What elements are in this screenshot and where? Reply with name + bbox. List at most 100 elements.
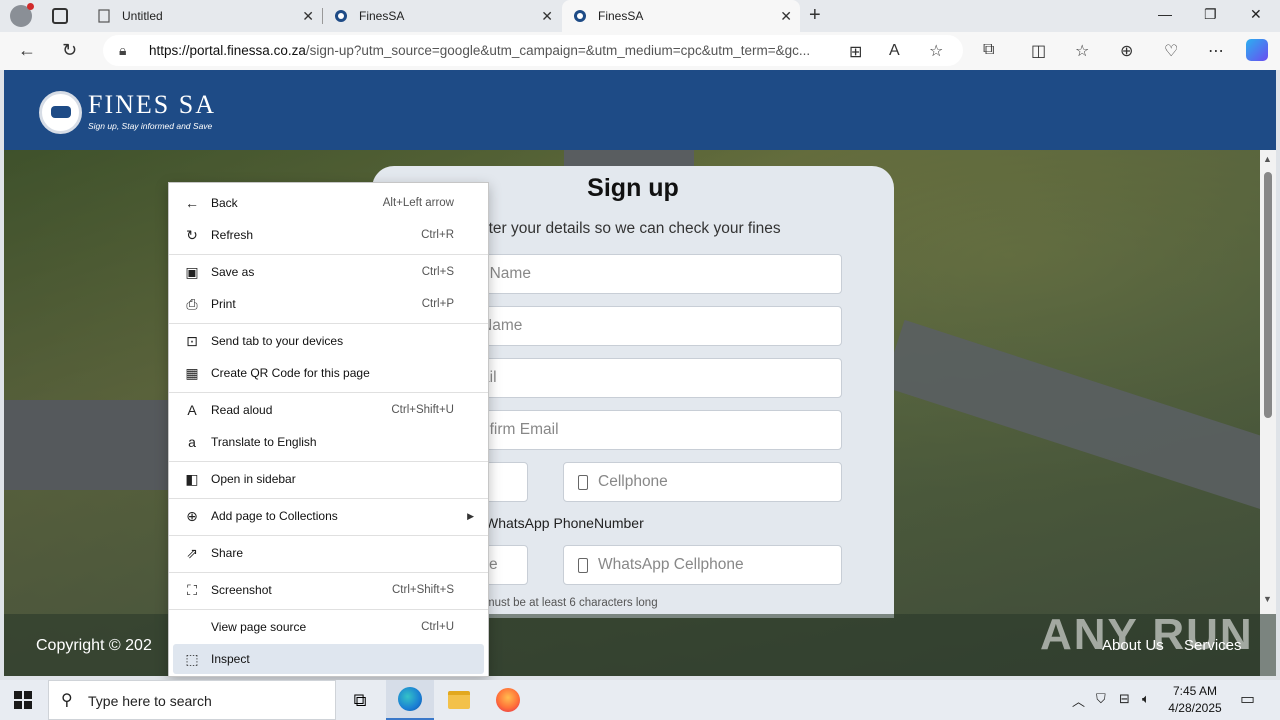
print-icon: ⎙ bbox=[186, 295, 198, 312]
scroll-up-icon[interactable]: ▲ bbox=[1263, 154, 1272, 164]
menu-item-view-source[interactable]: View page source Ctrl+U bbox=[173, 612, 484, 642]
tab-label: FinesSA bbox=[359, 9, 405, 23]
windows-start-icon[interactable] bbox=[14, 691, 32, 709]
copilot-icon[interactable] bbox=[1246, 39, 1268, 61]
extensions-icon[interactable]: ⧉ bbox=[983, 41, 994, 59]
share-icon: ⇗ bbox=[186, 544, 198, 561]
menu-item-qr-code[interactable]: ▦ Create QR Code for this page bbox=[173, 358, 484, 388]
network-icon[interactable]: ⊟ bbox=[1119, 691, 1130, 707]
back-icon[interactable]: ← bbox=[18, 40, 36, 61]
tab-actions-icon[interactable] bbox=[52, 8, 68, 24]
menu-item-back[interactable]: ← Back Alt+Left arrow bbox=[173, 188, 484, 218]
menu-item-open-sidebar[interactable]: ◧ Open in sidebar bbox=[173, 464, 484, 494]
tab-label: FinesSA bbox=[598, 9, 644, 23]
collections-icon[interactable]: ⊕ bbox=[1120, 41, 1133, 61]
close-tab-icon[interactable]: ✕ bbox=[302, 8, 314, 25]
security-icon[interactable]: ⛉ bbox=[1096, 691, 1106, 707]
page-icon bbox=[96, 8, 112, 24]
site-header: FINES SA Sign up, Stay informed and Save bbox=[4, 70, 1276, 150]
browser-toolbar: ← ↻ 🔒︎ https://portal.finessa.co.za/sign… bbox=[0, 32, 1280, 70]
password-hint: must be at least 6 characters long bbox=[485, 597, 658, 609]
browser-essentials-icon[interactable]: ♡ bbox=[1164, 41, 1178, 61]
split-screen-icon[interactable]: ◫ bbox=[1031, 41, 1046, 61]
menu-item-send-tab[interactable]: ⊡ Send tab to your devices bbox=[173, 326, 484, 356]
favorite-star-icon[interactable]: ☆ bbox=[929, 41, 943, 61]
close-window-icon[interactable]: ✕ bbox=[1250, 6, 1262, 23]
show-hidden-icons-icon[interactable]: ︿ bbox=[1072, 691, 1085, 710]
sidebar-icon: ◧ bbox=[185, 470, 199, 487]
firefox-icon bbox=[496, 688, 520, 712]
read-aloud-icon[interactable]: A bbox=[889, 42, 900, 60]
last-name-field[interactable]: Name bbox=[470, 306, 842, 346]
menu-item-inspect[interactable]: ⬚ Inspect bbox=[173, 644, 484, 674]
phone-icon bbox=[578, 474, 588, 490]
menu-item-save-as[interactable]: ▣ Save as Ctrl+S bbox=[173, 257, 484, 287]
screenshot-icon: ⛶ bbox=[187, 581, 197, 598]
lock-icon[interactable]: 🔒︎ bbox=[119, 42, 126, 59]
file-explorer-button[interactable] bbox=[435, 680, 483, 720]
finessa-favicon-icon bbox=[572, 8, 588, 24]
submenu-arrow-icon: ▶ bbox=[467, 510, 474, 521]
notifications-icon[interactable]: ▭ bbox=[1240, 689, 1255, 709]
menu-item-translate[interactable]: a Translate to English bbox=[173, 427, 484, 457]
tab-untitled[interactable]: Untitled ✕ bbox=[84, 0, 322, 32]
taskbar: ⚲ Type here to search ⧉ ︿ ⛉ ⊟ 🔈︎ 7:45 AM… bbox=[0, 680, 1280, 720]
menu-item-share[interactable]: ⇗ Share bbox=[173, 538, 484, 568]
url-text[interactable]: https://portal.finessa.co.za/sign-up?utm… bbox=[149, 43, 839, 58]
whatsapp-label: WhatsApp PhoneNumber bbox=[485, 515, 644, 531]
menu-item-screenshot[interactable]: ⛶ Screenshot Ctrl+Shift+S bbox=[173, 575, 484, 605]
minimize-icon[interactable]: — bbox=[1158, 6, 1172, 22]
read-aloud-icon: A bbox=[187, 402, 197, 418]
restore-icon[interactable]: ❐ bbox=[1204, 6, 1217, 23]
save-icon: ▣ bbox=[185, 263, 199, 280]
volume-icon[interactable]: 🔈︎ bbox=[1142, 691, 1150, 707]
services-link[interactable]: Services bbox=[1184, 637, 1242, 654]
signup-subtitle: nter your details so we can check your f… bbox=[480, 220, 781, 237]
back-arrow-icon: ← bbox=[185, 195, 199, 211]
tab-label: Untitled bbox=[122, 9, 163, 23]
system-clock[interactable]: 7:45 AM 4/28/2025 bbox=[1160, 683, 1230, 717]
phone-icon bbox=[578, 557, 588, 573]
tab-finessa-1[interactable]: FinesSA ✕ bbox=[323, 0, 561, 32]
cellphone-field[interactable]: Cellphone bbox=[563, 462, 842, 502]
menu-item-read-aloud[interactable]: A Read aloud Ctrl+Shift+U bbox=[173, 395, 484, 425]
firefox-taskbar-button[interactable] bbox=[484, 680, 532, 720]
qr-code-icon: ▦ bbox=[185, 364, 199, 381]
task-view-icon[interactable]: ⧉ bbox=[336, 680, 384, 720]
email-field[interactable]: ail bbox=[470, 358, 842, 398]
confirm-email-field[interactable]: nfirm Email bbox=[470, 410, 842, 450]
whatsapp-cellphone-field[interactable]: WhatsApp Cellphone bbox=[563, 545, 842, 585]
favorites-icon[interactable]: ☆ bbox=[1075, 41, 1089, 61]
more-menu-icon[interactable]: ⋯ bbox=[1208, 41, 1224, 61]
refresh-icon[interactable]: ↻ bbox=[62, 40, 77, 61]
menu-item-refresh[interactable]: ↻ Refresh Ctrl+R bbox=[173, 220, 484, 250]
about-us-link[interactable]: About Us bbox=[1102, 637, 1164, 654]
context-menu: ← Back Alt+Left arrow ↻ Refresh Ctrl+R ▣… bbox=[168, 182, 489, 677]
collections-icon: ⊕ bbox=[186, 507, 198, 524]
scroll-down-icon[interactable]: ▼ bbox=[1263, 594, 1272, 604]
menu-item-collections[interactable]: ⊕ Add page to Collections ▶ bbox=[173, 501, 484, 531]
close-tab-icon[interactable]: ✕ bbox=[541, 8, 553, 25]
scrollbar-thumb[interactable] bbox=[1264, 172, 1272, 418]
app-available-icon[interactable]: ⊞ bbox=[849, 42, 862, 62]
close-tab-icon[interactable]: ✕ bbox=[780, 8, 792, 25]
logo-text: FINES SA bbox=[88, 90, 216, 119]
first-name-field[interactable]: t Name bbox=[470, 254, 842, 294]
logo-tagline: Sign up, Stay informed and Save bbox=[88, 121, 213, 131]
refresh-icon: ↻ bbox=[186, 226, 198, 243]
edge-taskbar-button[interactable] bbox=[386, 680, 434, 720]
send-devices-icon: ⊡ bbox=[186, 332, 198, 349]
search-icon: ⚲ bbox=[61, 692, 73, 709]
address-bar[interactable]: 🔒︎ https://portal.finessa.co.za/sign-up?… bbox=[103, 35, 963, 66]
menu-item-print[interactable]: ⎙ Print Ctrl+P bbox=[173, 289, 484, 319]
translate-icon: a bbox=[188, 434, 196, 450]
new-tab-icon[interactable]: + bbox=[809, 4, 821, 27]
taskbar-search[interactable]: ⚲ Type here to search bbox=[48, 680, 336, 720]
tab-finessa-active[interactable]: FinesSA ✕ bbox=[562, 0, 800, 32]
logo-seal-icon bbox=[39, 91, 82, 134]
copyright-text: Copyright © 202 bbox=[36, 637, 152, 654]
tab-strip: Untitled ✕ FinesSA ✕ FinesSA ✕ + — ❐ ✕ bbox=[0, 0, 1280, 32]
profile-icon[interactable] bbox=[10, 3, 34, 27]
finessa-favicon-icon bbox=[333, 8, 349, 24]
inspect-icon: ⬚ bbox=[185, 650, 199, 667]
